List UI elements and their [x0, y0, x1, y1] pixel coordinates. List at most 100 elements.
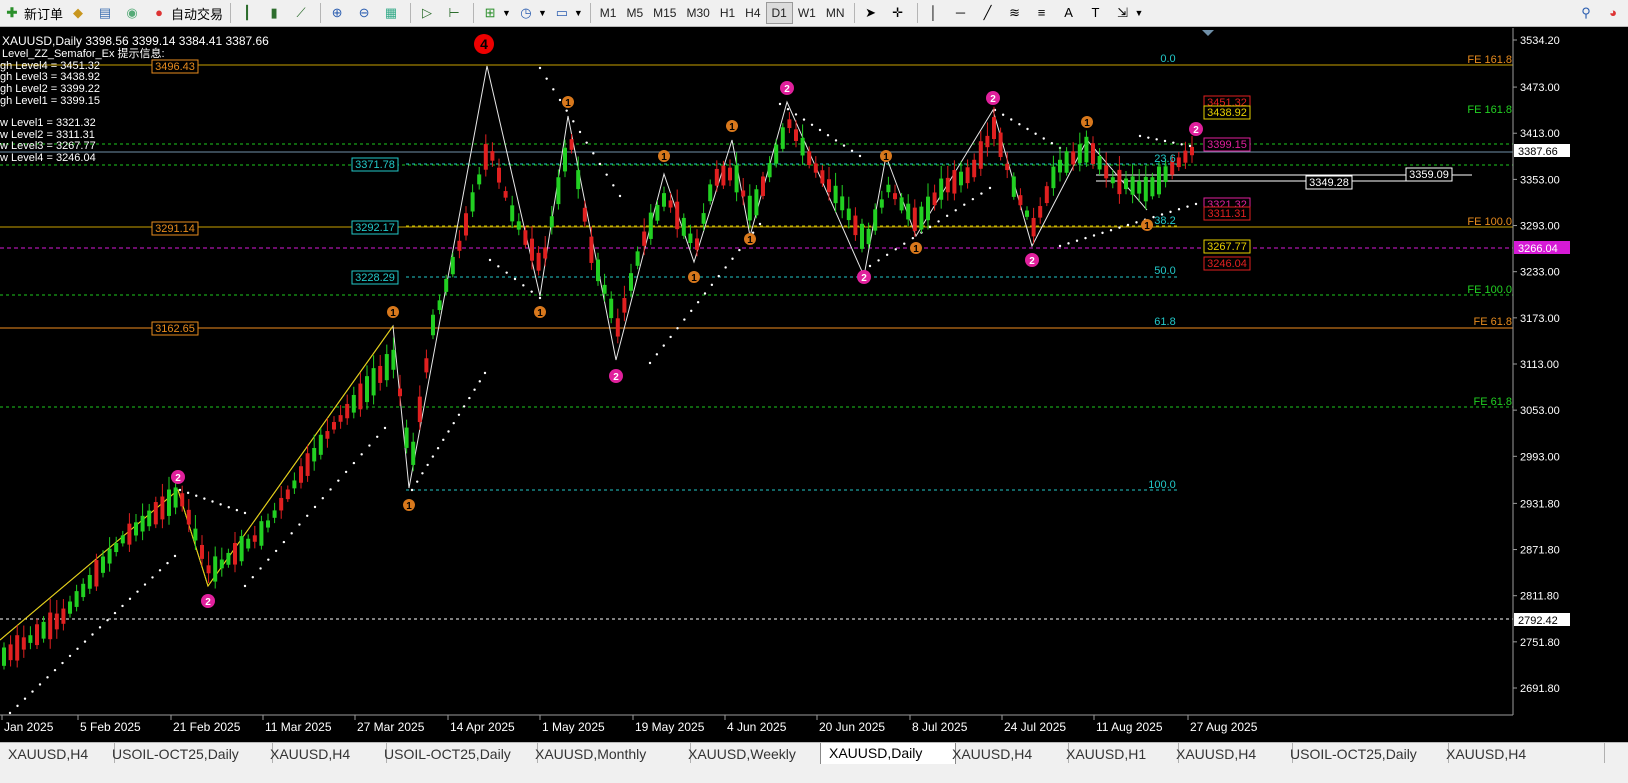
notifications-button[interactable]: ◕: [1601, 2, 1628, 24]
candle-bear: [1117, 169, 1122, 195]
timeframe-m30[interactable]: M30: [681, 3, 714, 23]
candle-bear: [457, 240, 462, 251]
sar-dot: [778, 102, 782, 106]
chart-tab[interactable]: XAUUSD,H4: [0, 743, 115, 763]
candle-bull: [167, 489, 171, 516]
candle-bull: [596, 259, 600, 282]
chart-tab[interactable]: XAUUSD,H1: [1058, 743, 1179, 763]
text-button[interactable]: A: [1057, 2, 1084, 24]
periods-button[interactable]: ◷ ▼: [514, 2, 550, 24]
trendline-button[interactable]: ╱: [976, 2, 1003, 24]
toolbar-divider: [473, 3, 475, 23]
sar-dot: [858, 154, 862, 158]
search-button[interactable]: ⚲: [1574, 2, 1601, 24]
gold-icon-button[interactable]: ◆: [66, 2, 93, 24]
timeframe-w1[interactable]: W1: [793, 3, 821, 23]
sar-dot: [945, 214, 949, 218]
zoom-out-button[interactable]: ⊖: [352, 2, 379, 24]
candle-bear: [1071, 151, 1076, 165]
chart-tab[interactable]: USOIL-OCT25,Daily: [376, 743, 538, 763]
horizontal-line-button[interactable]: ─: [949, 2, 976, 24]
candle-bear: [695, 238, 699, 250]
price-tick-label: 3353.00: [1520, 174, 1560, 186]
autoscroll-button[interactable]: ⊢: [442, 2, 469, 24]
sar-dot: [1034, 132, 1037, 135]
new-order-button[interactable]: ✚ 新订单: [0, 2, 66, 24]
chart-tab[interactable]: USOIL-OCT25,Daily: [1282, 743, 1449, 763]
candle-chart-button[interactable]: ▮: [262, 2, 289, 24]
timeframe-h4[interactable]: H4: [740, 3, 765, 23]
sar-dot: [758, 222, 762, 226]
candle-bull: [68, 601, 72, 614]
crosshair-button[interactable]: ✛: [886, 2, 913, 24]
sar-dot: [23, 697, 27, 700]
sar-dot: [457, 413, 461, 416]
candle-bear: [992, 117, 996, 139]
toolbar-divider: [230, 3, 232, 23]
toolbar-divider: [589, 3, 591, 23]
candle-bull: [391, 349, 396, 370]
chart-tab[interactable]: XAUUSD,Monthly: [527, 743, 691, 763]
candle-bear: [589, 236, 594, 263]
tile-windows-button[interactable]: ▦: [379, 2, 406, 24]
candle-bear: [985, 135, 990, 148]
sar-dot: [558, 98, 562, 102]
candle-bull: [213, 556, 218, 582]
sar-dot: [227, 506, 230, 509]
auto-trading-button[interactable]: ● 自动交易: [147, 2, 226, 24]
timeframe-m15[interactable]: M15: [648, 3, 681, 23]
chart-shift-button[interactable]: ▷: [415, 2, 442, 24]
bar-chart-button[interactable]: ┃: [235, 2, 262, 24]
candle-bull: [655, 204, 660, 221]
chart-tab[interactable]: XAUUSD,Weekly: [680, 743, 831, 763]
chart-tab[interactable]: USOIL-OCT25,Daily: [104, 743, 273, 763]
sar-dot: [648, 361, 652, 365]
chart-tab[interactable]: XAUUSD,Daily: [820, 743, 956, 764]
arrows-button[interactable]: ⇲ ▼: [1111, 2, 1147, 24]
fib-level-label: 23.6: [1154, 153, 1175, 165]
signals-button[interactable]: ◉: [120, 2, 147, 24]
sar-dot: [158, 569, 162, 572]
candle-bear: [279, 497, 284, 511]
text-label-button[interactable]: T: [1084, 2, 1111, 24]
text-icon: A: [1064, 5, 1073, 20]
equidistant-channel-button[interactable]: ≋: [1003, 2, 1030, 24]
semafor-marker-label: 1: [729, 122, 735, 133]
chart-tab[interactable]: XAUUSD,H4: [262, 743, 387, 763]
candle-bull: [292, 480, 297, 489]
candle-bear: [252, 535, 257, 542]
candle-bull: [1084, 136, 1089, 163]
sar-dot: [850, 149, 854, 152]
indicator-line: w Level1 = 3321.32: [0, 117, 96, 129]
timeframe-m1[interactable]: M1: [595, 3, 622, 23]
sar-dot: [1163, 139, 1167, 143]
timeframe-m5[interactable]: M5: [621, 3, 648, 23]
line-chart-button[interactable]: ⟋: [289, 2, 316, 24]
fibonacci-button[interactable]: ≡: [1030, 2, 1057, 24]
timeframe-d1[interactable]: D1: [765, 2, 793, 24]
candle-bear: [180, 493, 185, 507]
indicators-button[interactable]: ⊞ ▼: [478, 2, 514, 24]
price-tick-label: 3413.00: [1520, 128, 1560, 140]
chart-tab[interactable]: XAUUSD,H4: [944, 743, 1069, 763]
candle-bear: [483, 144, 488, 170]
candle-bull: [28, 635, 33, 643]
chart-tab[interactable]: XAUUSD,H4: [1168, 743, 1293, 763]
autoscroll-icon: ⊢: [448, 5, 460, 20]
chart-tab[interactable]: XAUUSD,H4: [1438, 743, 1605, 763]
candle-bull: [411, 441, 416, 465]
zoom-in-button[interactable]: ⊕: [325, 2, 352, 24]
candle-bull: [549, 216, 554, 228]
toolbar-divider: [853, 3, 855, 23]
level-label: 3438.92: [1207, 107, 1247, 119]
timeframe-mn[interactable]: MN: [821, 3, 850, 23]
candle-bear: [642, 231, 647, 246]
price-chart[interactable]: 2 2 1 1 1 1 2 1 1 1 1 2 2 1 1 2 2 1 1 2 3496.43 3291.14 3162.…: [0, 28, 1628, 742]
timeframe-h1[interactable]: H1: [715, 3, 740, 23]
sar-dot: [61, 661, 64, 665]
new-order-label: 新订单: [24, 6, 64, 22]
history-button[interactable]: ▤: [93, 2, 120, 24]
cursor-button[interactable]: ➤: [859, 2, 886, 24]
templates-button[interactable]: ▭ ▼: [550, 2, 586, 24]
vertical-line-button[interactable]: │: [922, 2, 949, 24]
